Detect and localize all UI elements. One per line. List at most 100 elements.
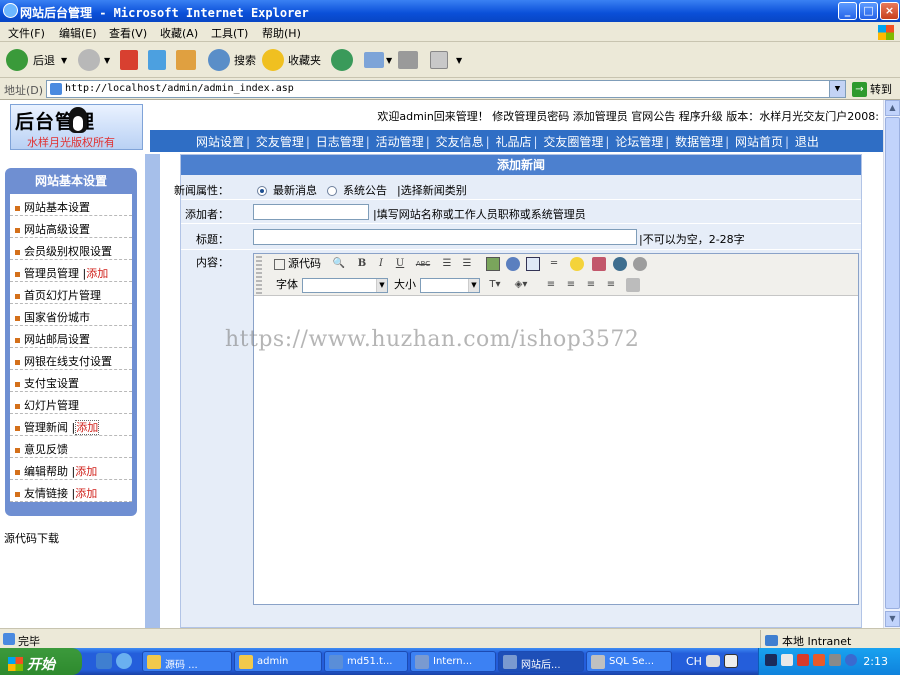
menu-favorites[interactable]: 收藏(A): [160, 25, 198, 41]
sidebar-add-link[interactable]: 添加: [75, 465, 97, 478]
font-select-dropdown-icon[interactable]: ▼: [376, 279, 387, 292]
task-md51[interactable]: md51.t...: [324, 651, 408, 672]
align-justify-icon[interactable]: ≡: [604, 278, 618, 292]
nav-event-manage[interactable]: 活动管理: [376, 133, 424, 150]
title-bar[interactable]: 网站后台管理 - Microsoft Internet Explorer _ □…: [0, 0, 900, 22]
sidebar-item-feedback[interactable]: 意见反馈: [10, 436, 132, 458]
insert-media-icon[interactable]: [592, 257, 606, 271]
close-button[interactable]: ×: [880, 2, 899, 20]
scroll-thumb[interactable]: [885, 117, 900, 609]
forward-dropdown-icon[interactable]: ▼: [104, 56, 110, 65]
sidebar-item-member-levels[interactable]: 会员级别权限设置: [10, 238, 132, 260]
font-select[interactable]: ▼: [302, 278, 388, 293]
text-color-icon[interactable]: T▾: [484, 278, 506, 292]
maximize-button[interactable]: □: [859, 2, 878, 20]
nav-gift-shop[interactable]: 礼品店: [495, 133, 531, 150]
sidebar-item-advanced-settings[interactable]: 网站高级设置: [10, 216, 132, 238]
address-dropdown-icon[interactable]: ▼: [829, 81, 845, 97]
favorites-button[interactable]: 收藏夹: [262, 46, 321, 74]
sidebar-item-slides[interactable]: 幻灯片管理: [10, 392, 132, 414]
strikethrough-button[interactable]: ABC: [413, 257, 433, 271]
select-category-link[interactable]: |选择新闻类别: [397, 182, 467, 198]
nav-forum-manage[interactable]: 论坛管理: [615, 133, 663, 150]
sidebar-item-online-payment[interactable]: 网银在线支付设置: [10, 348, 132, 370]
source-code-button[interactable]: 源代码: [274, 257, 336, 271]
menu-help[interactable]: 帮助(H): [262, 25, 301, 41]
sidebar-item-regions[interactable]: 国家省份城市: [10, 304, 132, 326]
keyboard-icon[interactable]: [706, 655, 720, 667]
quicklaunch-desktop-icon[interactable]: [96, 653, 112, 669]
tray-network-icon[interactable]: [781, 654, 793, 666]
tray-play-icon[interactable]: [765, 654, 777, 666]
minimize-button[interactable]: _: [838, 2, 857, 20]
sidebar-item-mail-settings[interactable]: 网站邮局设置: [10, 326, 132, 348]
size-select[interactable]: ▼: [420, 278, 480, 293]
sidebar-add-link[interactable]: 添加: [75, 420, 100, 435]
insert-flash-icon[interactable]: [506, 257, 520, 271]
source-download-link[interactable]: 源代码下载: [4, 530, 59, 546]
menu-edit[interactable]: 编辑(E): [59, 25, 97, 41]
mail-dropdown-icon[interactable]: ▼: [386, 56, 392, 65]
nav-logout[interactable]: 退出: [795, 133, 819, 150]
sidebar-item-basic-settings[interactable]: 网站基本设置: [10, 194, 132, 216]
radio-latest-news[interactable]: 最新消息: [257, 182, 317, 198]
quicklaunch-ie-icon[interactable]: [116, 653, 132, 669]
menu-tools[interactable]: 工具(T): [211, 25, 248, 41]
unordered-list-icon[interactable]: ☰: [460, 257, 474, 271]
mail-button[interactable]: ▼: [364, 46, 392, 74]
stop-button[interactable]: [120, 46, 138, 74]
nav-dating-manage[interactable]: 交友管理: [256, 133, 304, 150]
sidebar-add-link[interactable]: 添加: [86, 267, 108, 280]
insert-image-icon[interactable]: [486, 257, 500, 271]
edit-dropdown-icon[interactable]: ▼: [456, 56, 462, 65]
address-input[interactable]: http://localhost/admin/admin_index.asp ▼: [46, 80, 846, 98]
sidebar-add-link[interactable]: 添加: [75, 487, 97, 500]
size-select-dropdown-icon[interactable]: ▼: [468, 279, 479, 292]
sidebar-item-links[interactable]: 友情链接 |添加: [10, 480, 132, 502]
language-indicator[interactable]: CH: [686, 655, 702, 668]
nav-circle-manage[interactable]: 交友圈管理: [543, 133, 603, 150]
remove-link-icon[interactable]: [633, 257, 647, 271]
task-sql-server[interactable]: SQL Se...: [586, 651, 672, 672]
back-button[interactable]: 后退 ▼: [6, 46, 67, 74]
forward-button[interactable]: ▼: [78, 46, 110, 74]
tray-security-icon[interactable]: [797, 654, 809, 666]
sidebar-item-alipay[interactable]: 支付宝设置: [10, 370, 132, 392]
preview-icon[interactable]: 🔍: [332, 257, 346, 271]
back-dropdown-icon[interactable]: ▼: [61, 56, 67, 65]
sidebar-item-admin-manage[interactable]: 管理员管理 |添加: [10, 260, 132, 282]
history-button[interactable]: [331, 46, 353, 74]
tray-volume-icon[interactable]: [829, 654, 841, 666]
task-internet[interactable]: Intern...: [410, 651, 496, 672]
scroll-down-icon[interactable]: ▼: [885, 611, 900, 627]
adder-input[interactable]: [253, 204, 369, 220]
task-source[interactable]: 源码 ...: [142, 651, 232, 672]
help-icon[interactable]: [724, 654, 738, 668]
insert-link-icon[interactable]: [613, 257, 627, 271]
sidebar-item-news[interactable]: 管理新闻 |添加: [10, 414, 132, 436]
nav-dating-info[interactable]: 交友信息: [436, 133, 484, 150]
menu-view[interactable]: 查看(V): [109, 25, 147, 41]
title-input[interactable]: [253, 229, 637, 245]
ordered-list-icon[interactable]: ☰: [440, 257, 454, 271]
search-button[interactable]: 搜索: [208, 46, 256, 74]
welcome-links[interactable]: 欢迎admin回来管理！ 修改管理员密码 添加管理员 官网公告 程序升级 版本：…: [320, 108, 883, 124]
nav-site-home[interactable]: 网站首页: [735, 133, 783, 150]
radio-latest-news-input[interactable]: [257, 186, 267, 196]
align-left-icon[interactable]: ≡: [544, 278, 558, 292]
radio-system-notice-input[interactable]: [327, 186, 337, 196]
bold-button[interactable]: B: [355, 257, 369, 271]
underline-button[interactable]: U: [393, 257, 407, 271]
tray-antivirus-icon[interactable]: [813, 654, 825, 666]
sidebar-item-help[interactable]: 编辑帮助 |添加: [10, 458, 132, 480]
nav-site-settings[interactable]: 网站设置: [196, 133, 244, 150]
sidebar-item-home-slides[interactable]: 首页幻灯片管理: [10, 282, 132, 304]
align-right-icon[interactable]: ≡: [584, 278, 598, 292]
task-admin[interactable]: admin: [234, 651, 322, 672]
nav-log-manage[interactable]: 日志管理: [316, 133, 364, 150]
align-center-icon[interactable]: ≡: [564, 278, 578, 292]
menu-file[interactable]: 文件(F): [8, 25, 45, 41]
italic-button[interactable]: I: [374, 257, 388, 271]
horizontal-rule-icon[interactable]: ═: [547, 257, 561, 271]
nav-data-manage[interactable]: 数据管理: [675, 133, 723, 150]
